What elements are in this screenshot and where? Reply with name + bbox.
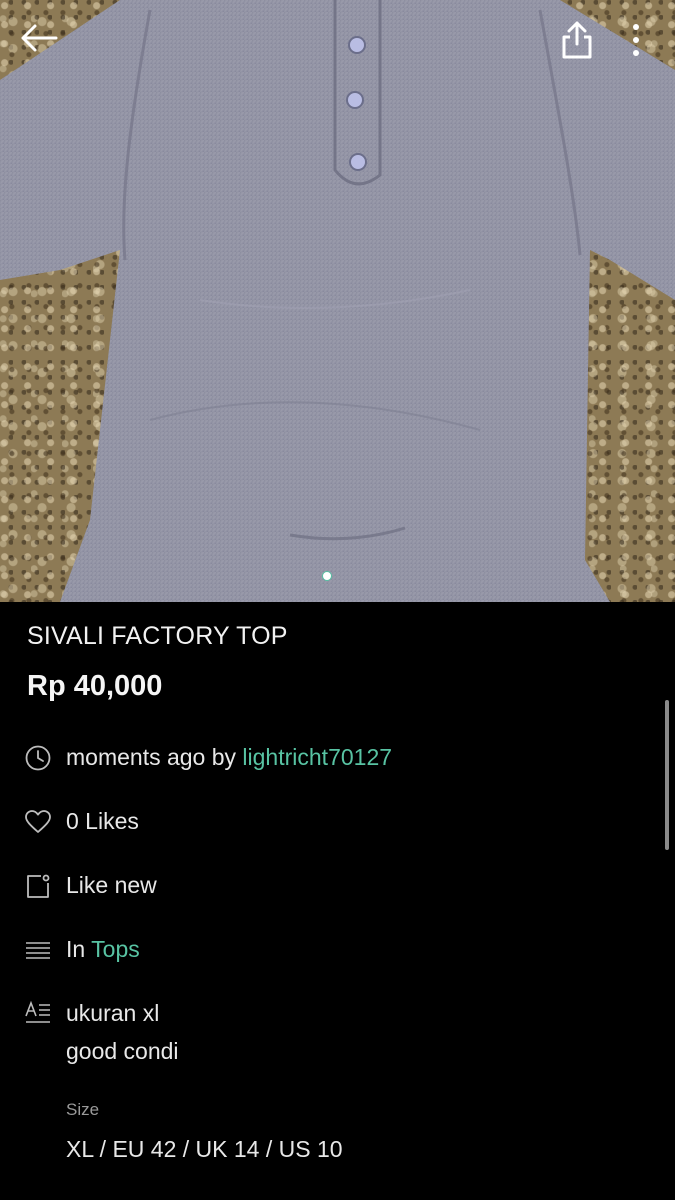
share-button[interactable] [555, 18, 599, 62]
list-icon [26, 942, 50, 959]
arrow-left-icon [21, 24, 58, 52]
posted-time: moments ago by [66, 744, 243, 770]
likes-count[interactable]: 0 Likes [66, 808, 139, 835]
size-value: XL / EU 42 / UK 14 / US 10 [66, 1136, 343, 1162]
category-prefix: In [66, 936, 92, 962]
listing-title: SIVALI FACTORY TOP [27, 622, 288, 650]
more-options-button[interactable] [614, 18, 658, 62]
product-photo[interactable] [0, 0, 675, 602]
text-icon [25, 1000, 50, 1023]
clock-icon [25, 745, 51, 771]
heart-icon [25, 810, 51, 833]
likes-row[interactable]: 0 Likes [0, 802, 675, 842]
description-line-1: ukuran xl [66, 1000, 160, 1026]
size-label: Size [66, 1100, 100, 1119]
listing-details: SIVALI FACTORY TOP Rp 40,000 moments ago… [0, 602, 675, 1200]
back-button[interactable] [16, 16, 60, 60]
posted-row: moments ago by lightricht70127 [0, 738, 675, 778]
category-link[interactable]: Tops [91, 936, 140, 962]
category-row: In Tops [0, 930, 675, 970]
description-line-2: good condi [66, 1038, 179, 1064]
gallery-page-indicator [322, 571, 332, 581]
seller-link[interactable]: lightricht70127 [242, 744, 392, 770]
shirt-image [0, 0, 675, 602]
scrollbar[interactable] [665, 700, 669, 850]
condition-row: Like new [0, 866, 675, 906]
listing-price: Rp 40,000 [27, 670, 163, 702]
condition-value: Like new [66, 872, 157, 898]
share-icon [562, 21, 592, 59]
more-vertical-icon [633, 24, 639, 56]
tag-icon [27, 874, 50, 898]
